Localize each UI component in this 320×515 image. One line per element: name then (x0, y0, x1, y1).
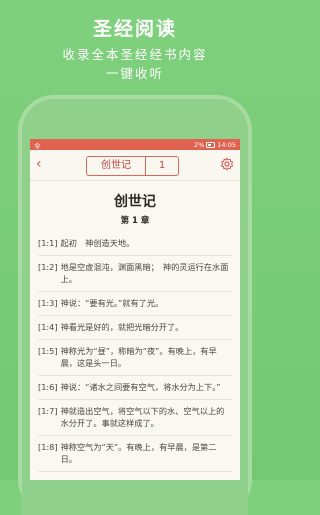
battery-icon (206, 141, 216, 148)
verse-item[interactable]: [1:1] 起初 神创造天地。 (38, 232, 232, 256)
verse-text: 神就造出空气，将空气以下的水、空气以上的水分开了。事就这样成了。 (60, 406, 225, 428)
book-chapter-selector: 创世记 1 (86, 156, 179, 176)
chapter-selector[interactable]: 1 (146, 157, 178, 175)
verse-item[interactable]: [1:2] 地是空虚混沌，渊面黑暗； 神的灵运行在水面上。 (38, 256, 232, 292)
promo-title: 圣经阅读 (92, 18, 177, 40)
verse-item[interactable]: [1:7] 神就造出空气，将空气以下的水、空气以上的水分开了。事就这样成了。 (38, 400, 232, 436)
top-nav: ‹ 创世记 1 (30, 150, 240, 181)
promo-subtitle-2: 一键收听 (105, 66, 164, 81)
back-icon[interactable]: ‹ (36, 156, 42, 172)
book-title: 创世记 (114, 194, 156, 210)
verse-number: [1:1] (38, 238, 58, 248)
chapter-title: 第 1 章 (120, 216, 150, 226)
gear-icon[interactable] (220, 157, 234, 171)
verse-item[interactable]: [1:4] 神看光是好的，就把光暗分开了。 (38, 316, 232, 340)
verse-number: [1:5] (38, 346, 58, 356)
verse-item[interactable]: [1:6] 神说：“诸水之间要有空气，将水分为上下。” (38, 376, 232, 400)
verse-item[interactable]: [1:5] 神称光为“昼”，称暗为“夜”。有晚上，有早晨，这是头一日。 (38, 340, 232, 376)
verse-text: 神称空气为“天”。有晚上，有早晨，是第二日。 (60, 442, 217, 464)
verse-number: [1:7] (38, 406, 58, 416)
status-time: 14:05 (217, 140, 236, 149)
verse-text: 神说：“要有光。”就有了光。 (60, 298, 164, 308)
verse-text: 神称光为“昼”，称暗为“夜”。有晚上，有早晨，这是头一日。 (60, 346, 217, 368)
verse-item[interactable]: [1:3] 神说：“要有光。”就有了光。 (38, 292, 232, 316)
status-bar: 令 2% 14:05 (30, 139, 240, 150)
verse-number: [1:8] (38, 442, 58, 452)
verse-text: 地是空虚混沌，渊面黑暗； 神的灵运行在水面上。 (60, 262, 229, 284)
verse-text: 起初 神创造天地。 (60, 238, 135, 248)
verse-number: [1:3] (38, 298, 58, 308)
verse-number: [1:4] (38, 322, 58, 332)
app-screen: 令 2% 14:05 ‹ 创世记 1 创世记 第 1 章 [1:1] 起初 神创… (30, 139, 240, 480)
verse-text: 神说：“诸水之间要有空气，将水分为上下。” (60, 382, 221, 392)
status-right: 2% 14:05 (194, 141, 236, 149)
battery-percent: 2% (193, 140, 205, 149)
verse-number: [1:6] (38, 382, 58, 392)
wifi-icon: 令 (34, 141, 41, 150)
verse-item[interactable]: [1:8] 神称空气为“天”。有晚上，有早晨，是第二日。 (38, 436, 232, 472)
verse-text: 神看光是好的，就把光暗分开了。 (60, 322, 184, 332)
verse-list: [1:1] 起初 神创造天地。 [1:2] 地是空虚混沌，渊面黑暗； 神的灵运行… (30, 232, 240, 472)
promo-subtitle: 收录全本圣经经书内容 (62, 47, 208, 62)
book-selector[interactable]: 创世记 (87, 157, 146, 175)
verse-number: [1:2] (38, 262, 58, 272)
